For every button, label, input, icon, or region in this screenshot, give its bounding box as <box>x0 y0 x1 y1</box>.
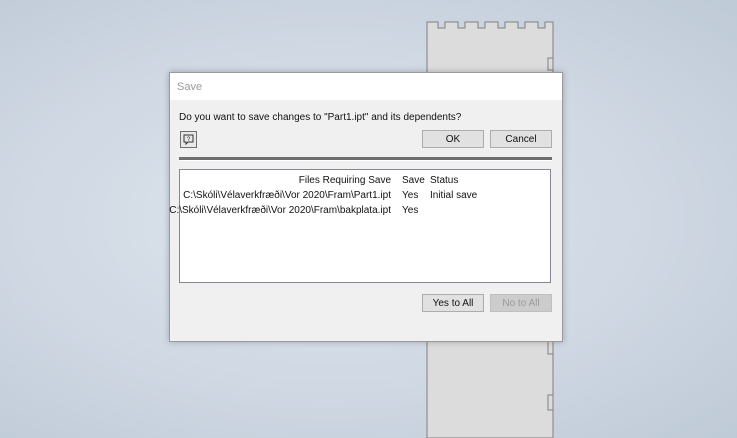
yes-to-all-button[interactable]: Yes to All <box>422 294 484 312</box>
dialog-titlebar[interactable]: Save <box>170 73 562 100</box>
save-question-text: Do you want to save changes to "Part1.ip… <box>179 112 462 123</box>
column-header-files[interactable]: Files Requiring Save <box>299 175 391 186</box>
status-value: Initial save <box>430 190 478 201</box>
column-header-save[interactable]: Save <box>402 175 425 186</box>
cancel-button[interactable]: Cancel <box>490 130 552 148</box>
help-question-icon: ? <box>183 134 194 145</box>
list-item[interactable]: C:\Skóli\Vélaverkfræði\Vor 2020\Fram\bak… <box>169 205 550 219</box>
ok-button[interactable]: OK <box>422 130 484 148</box>
dialog-title: Save <box>177 81 203 93</box>
file-path: C:\Skóli\Vélaverkfræði\Vor 2020\Fram\Par… <box>183 190 391 201</box>
file-path: C:\Skóli\Vélaverkfræði\Vor 2020\Fram\bak… <box>169 205 391 216</box>
no-to-all-button[interactable]: No to All <box>490 294 552 312</box>
list-item[interactable]: C:\Skóli\Vélaverkfræði\Vor 2020\Fram\Par… <box>180 190 550 204</box>
help-button[interactable]: ? <box>180 131 197 148</box>
separator-line <box>179 157 552 161</box>
save-value[interactable]: Yes <box>402 205 418 216</box>
column-header-status[interactable]: Status <box>430 175 458 186</box>
list-header: Files Requiring Save Save Status <box>180 175 550 189</box>
save-dialog: Save Do you want to save changes to "Par… <box>169 72 563 342</box>
save-value[interactable]: Yes <box>402 190 418 201</box>
files-requiring-save-list[interactable]: Files Requiring Save Save Status C:\Skól… <box>169 169 551 283</box>
